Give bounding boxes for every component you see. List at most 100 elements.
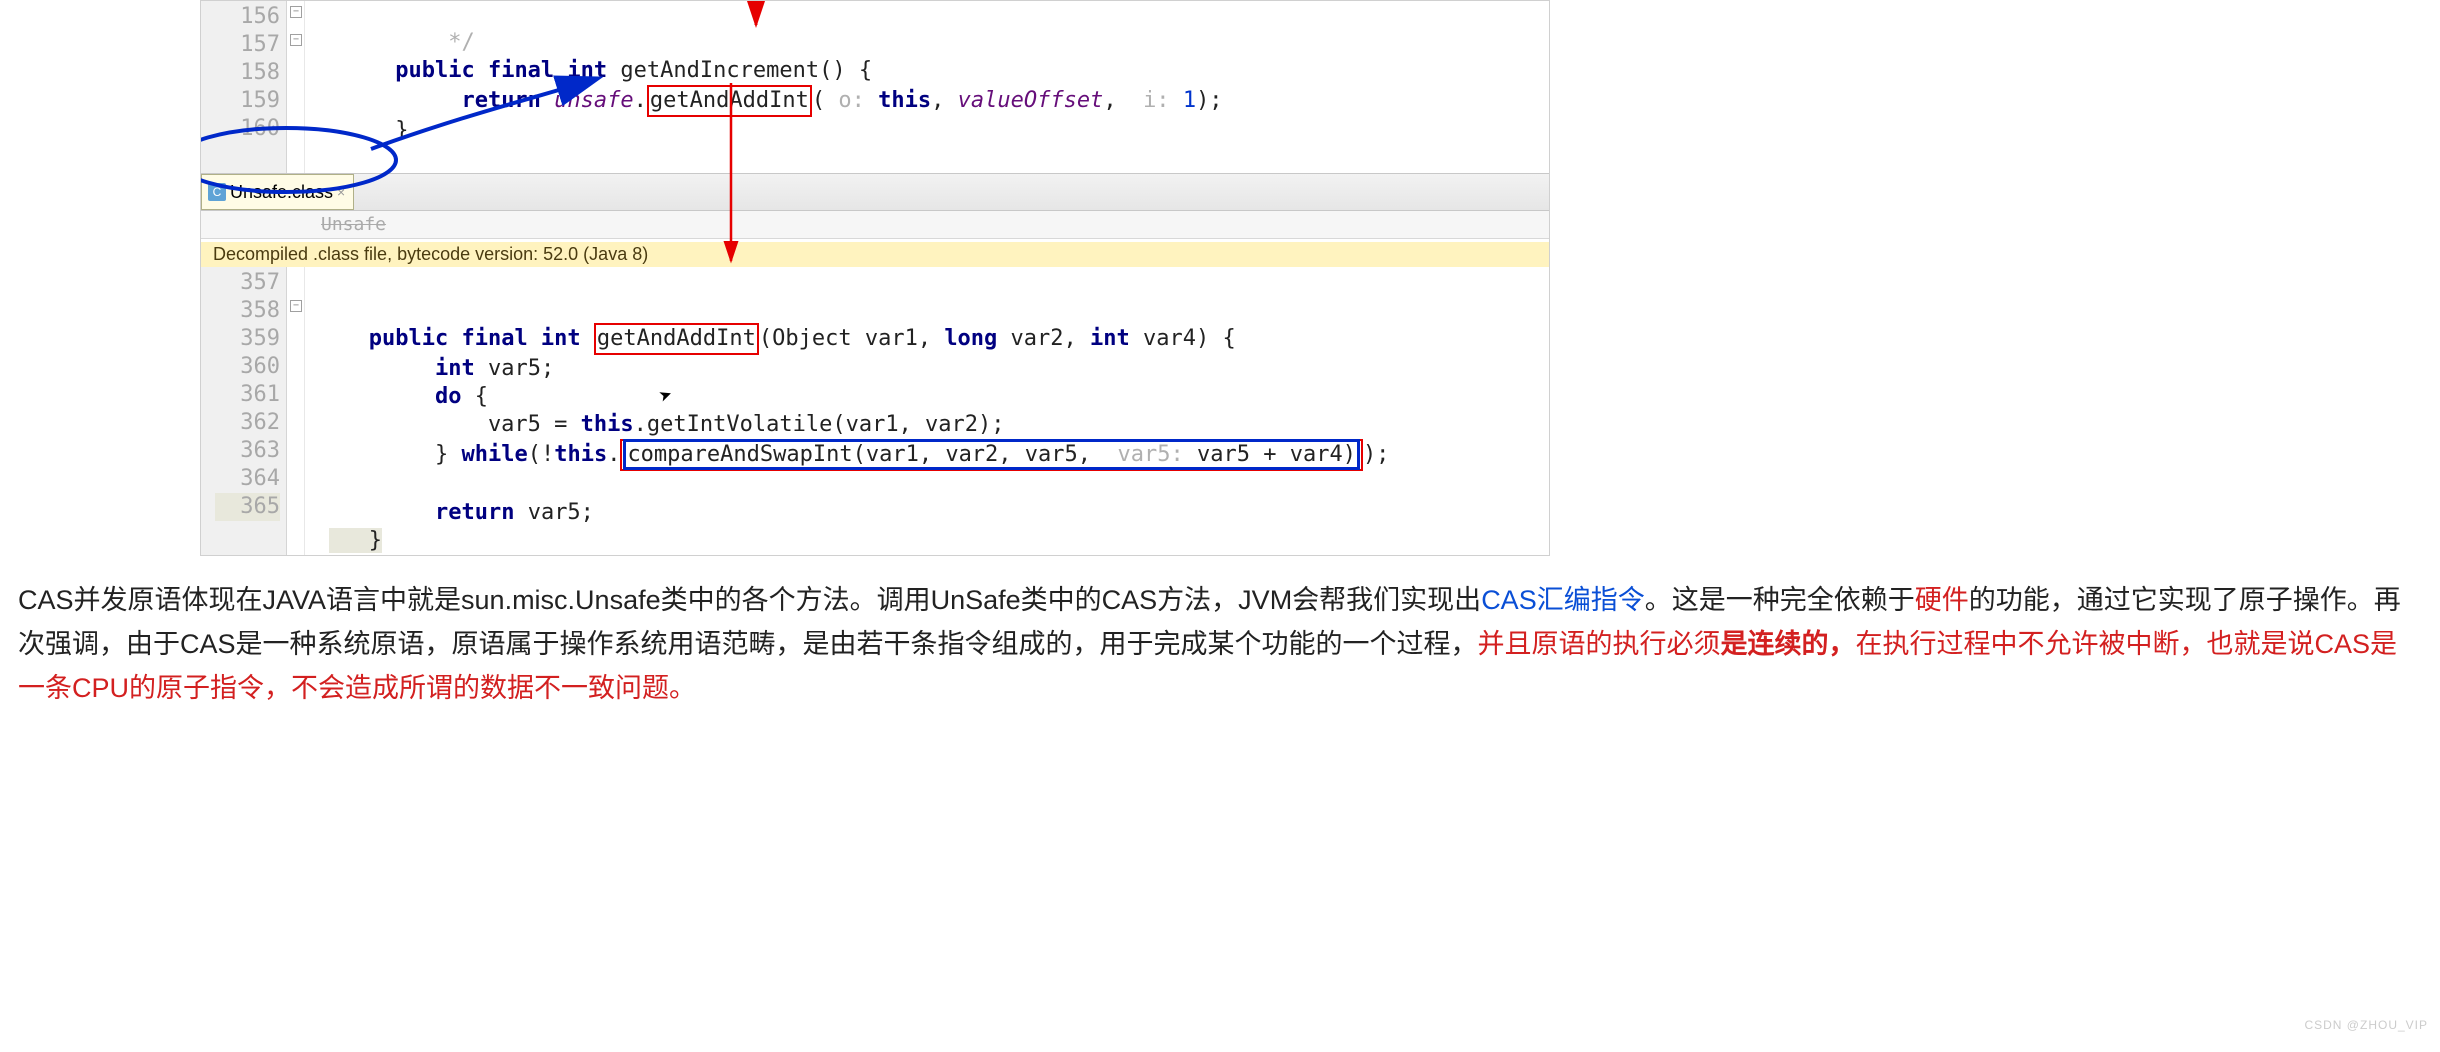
sig: (Object var1,: [759, 326, 944, 351]
keyword: int: [1090, 326, 1130, 351]
line-number: 359: [215, 325, 280, 353]
watermark: CSDN @ZHOU_VIP: [2304, 1003, 2428, 1047]
text-blue: CAS汇编指令: [1481, 585, 1645, 615]
source-block-1: 156 157 158 159 160 − − */ public final …: [201, 1, 1549, 173]
code-line: }: [329, 118, 408, 143]
arg: var4) {: [1130, 326, 1236, 351]
editor-tab-strip: C Unsafe.class ×: [201, 173, 1549, 211]
expr: var5 + var4): [1184, 442, 1356, 467]
code-line: }: [329, 528, 382, 553]
fold-toggle-icon[interactable]: −: [290, 300, 302, 312]
decompile-banner: Decompiled .class file, bytecode version…: [201, 242, 1549, 267]
fold-column: −: [287, 267, 305, 555]
brace: }: [369, 528, 382, 553]
line-number: 363: [215, 437, 280, 465]
keyword: public final int: [395, 58, 607, 83]
open: (!: [528, 442, 555, 467]
keyword: do: [435, 384, 462, 409]
fold-toggle-icon[interactable]: −: [290, 34, 302, 46]
text-red: 并且原语的执行必须: [1478, 629, 1721, 659]
method-name: getAndAddInt: [597, 326, 756, 351]
keyword: while: [461, 442, 527, 467]
field-ref: unsafe: [554, 88, 633, 113]
text: 。这是一种完全依赖于: [1645, 585, 1915, 615]
line-number: 158: [215, 59, 280, 87]
param-hint: o:: [838, 88, 865, 113]
code-line: } while(!this.compareAndSwapInt(var1, va…: [329, 442, 1389, 467]
keyword-this: this: [878, 88, 931, 113]
field-ref: valueOffset: [958, 88, 1104, 113]
boxed-cas-call: compareAndSwapInt(var1, var2, var5, var5…: [620, 439, 1363, 471]
line-number: 357: [215, 269, 280, 297]
inner-blue-box: compareAndSwapInt(var1, var2, var5, var5…: [623, 439, 1360, 470]
code-line: int var5;: [329, 356, 554, 381]
code-line: public final int getAndAddInt(Object var…: [329, 326, 1236, 351]
line-number: 365: [215, 493, 280, 521]
keyword: long: [944, 326, 997, 351]
dot: .: [607, 442, 620, 467]
method-call: getAndAddInt: [650, 88, 809, 113]
fold-toggle-icon[interactable]: −: [290, 6, 302, 18]
rest: {: [461, 384, 488, 409]
param-hint: i:: [1143, 88, 1170, 113]
code-line: return var5;: [329, 500, 594, 525]
signature: () {: [819, 58, 872, 83]
fold-column: − −: [287, 1, 305, 173]
line-gutter: 156 157 158 159 160: [201, 1, 287, 173]
file-tab-unsafe[interactable]: C Unsafe.class ×: [201, 174, 354, 210]
dot: .: [634, 88, 647, 113]
text-red: 硬件: [1915, 585, 1969, 615]
code-line: */: [329, 30, 475, 55]
code-line: do { ➤: [329, 384, 673, 409]
line-number: 160: [215, 115, 280, 143]
text-red-bold: 是连续的，: [1721, 629, 1856, 659]
keyword: return: [435, 500, 514, 525]
file-tab-label: Unsafe.class: [230, 182, 333, 203]
mouse-cursor-icon: ➤: [656, 382, 678, 413]
keyword-this: this: [581, 412, 634, 437]
method-call: compareAndSwapInt(var1, var2, var5,: [627, 442, 1104, 467]
line-number: 362: [215, 409, 280, 437]
code-editor-container: 156 157 158 159 160 − − */ public final …: [200, 0, 1550, 556]
tail: );: [1363, 442, 1390, 467]
keyword: int: [435, 356, 475, 381]
rest: .getIntVolatile(var1, var2);: [634, 412, 1005, 437]
line-number: 159: [215, 87, 280, 115]
brace: }: [435, 442, 462, 467]
line-number: 157: [215, 31, 280, 59]
keyword: return: [461, 88, 540, 113]
keyword: public final int: [369, 326, 581, 351]
method-name: getAndIncrement: [620, 58, 819, 83]
line-number: 364: [215, 465, 280, 493]
code-line: var5 = this.getIntVolatile(var1, var2);: [329, 412, 1005, 437]
param-hint: var5:: [1118, 442, 1184, 467]
breadcrumb-bar: Unsafe: [201, 211, 1549, 239]
code-lines[interactable]: */ public final int getAndIncrement() { …: [305, 1, 1549, 173]
rest: var5;: [514, 500, 593, 525]
comma: ,: [931, 88, 958, 113]
close-icon[interactable]: ×: [337, 184, 345, 200]
code-line: [329, 296, 342, 321]
text: CAS并发原语体现在JAVA语言中就是sun.misc.Unsafe类中的各个方…: [18, 585, 1481, 615]
code-line: return unsafe.getAndAddInt( o: this, val…: [329, 88, 1223, 113]
breadcrumb-class[interactable]: Unsafe: [321, 214, 386, 235]
code-line: [329, 146, 342, 171]
number-literal: 1: [1183, 88, 1196, 113]
code-lines[interactable]: public final int getAndAddInt(Object var…: [305, 267, 1549, 555]
explanation-paragraph: CAS并发原语体现在JAVA语言中就是sun.misc.Unsafe类中的各个方…: [0, 556, 2440, 720]
boxed-call-getandaddint: getAndAddInt: [647, 85, 812, 117]
indent: var5 =: [329, 412, 581, 437]
rest: var5;: [475, 356, 554, 381]
tail: );: [1196, 88, 1223, 113]
code-line: [329, 472, 342, 497]
class-file-icon: C: [208, 183, 226, 201]
line-number: 358: [215, 297, 280, 325]
line-number: 156: [215, 3, 280, 31]
line-gutter: 357 358 359 360 361 362 363 364 365: [201, 267, 287, 555]
boxed-method-getandaddint: getAndAddInt: [594, 323, 759, 355]
code-line: public final int getAndIncrement() {: [329, 58, 872, 83]
source-block-2: 357 358 359 360 361 362 363 364 365 − pu…: [201, 267, 1549, 555]
line-number: 361: [215, 381, 280, 409]
comment-close: */: [448, 30, 475, 55]
arg: var2,: [997, 326, 1090, 351]
